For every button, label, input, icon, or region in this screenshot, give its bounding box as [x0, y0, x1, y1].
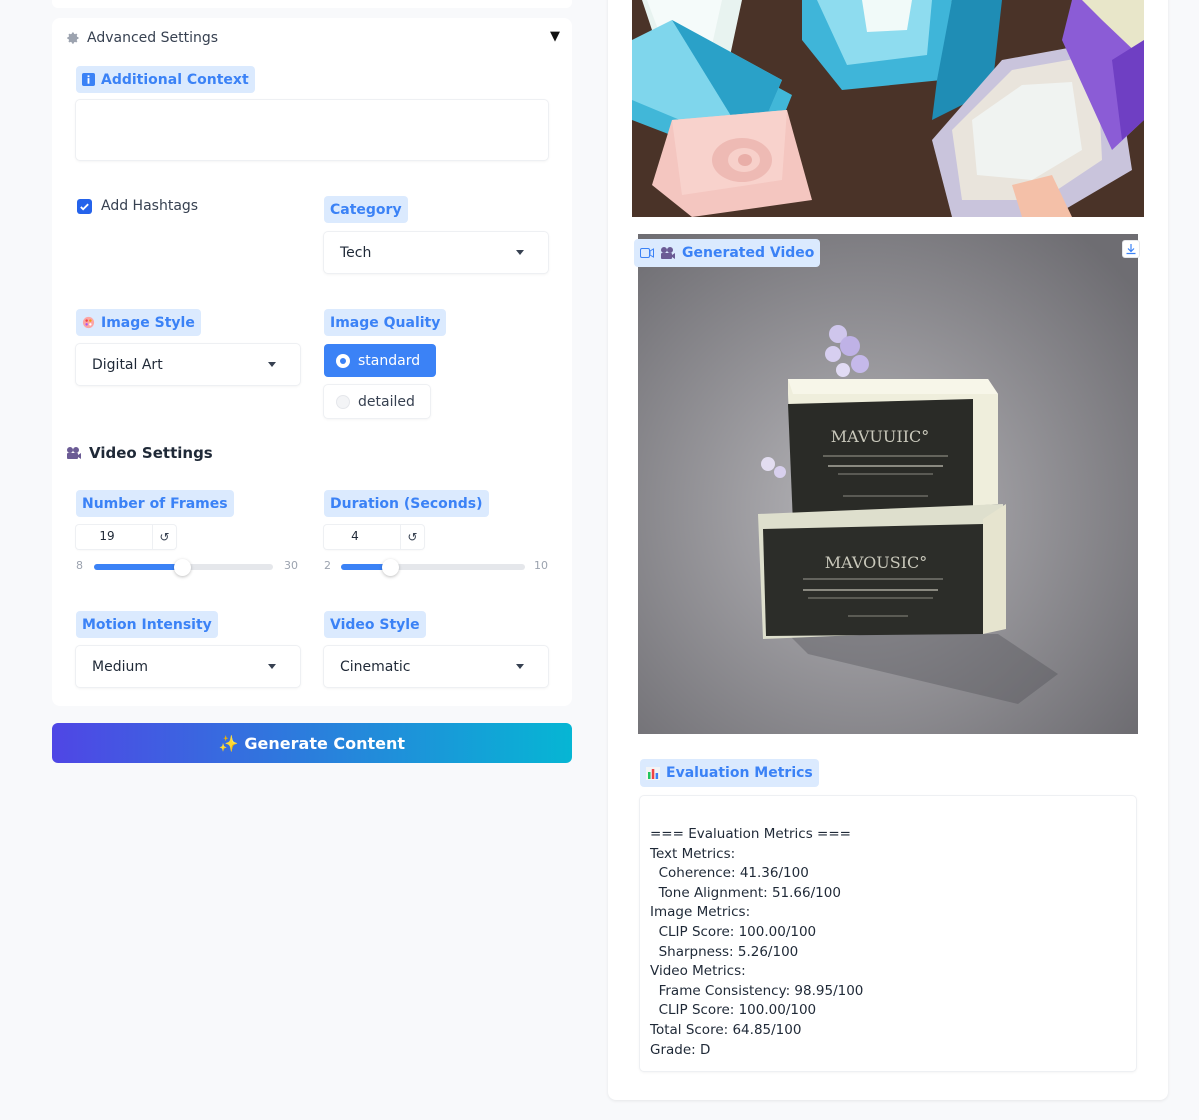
dropdown-arrow-icon — [516, 250, 524, 255]
metrics-line: Grade: D — [650, 1041, 711, 1058]
duration-slider-fill — [341, 564, 387, 570]
category-select[interactable]: Tech — [324, 232, 548, 273]
top-soap-brand-text: MAVUUIIC° — [831, 427, 930, 446]
additional-context-label: Additional Context — [76, 66, 255, 93]
metrics-line: Coherence: 41.36/100 — [650, 865, 809, 882]
image-quality-standard-radio[interactable]: standard — [324, 344, 436, 377]
radio-selected-icon — [336, 353, 350, 368]
frames-min: 8 — [76, 559, 83, 572]
metrics-line: CLIP Score: 100.00/100 — [650, 923, 817, 940]
soap-bars-image — [632, 0, 1144, 217]
gear-icon — [67, 32, 79, 44]
detailed-option-label: detailed — [358, 393, 415, 410]
motion-intensity-label: Motion Intensity — [76, 611, 218, 638]
metrics-line: Image Metrics: — [650, 904, 751, 921]
frames-slider-track[interactable] — [94, 559, 273, 576]
motion-intensity-select[interactable]: Medium — [76, 646, 300, 687]
video-icon — [640, 248, 654, 258]
frames-slider[interactable]: 8 30 — [76, 559, 300, 576]
video-style-select[interactable]: Cinematic — [324, 646, 548, 687]
duration-slider[interactable]: 2 10 — [324, 559, 548, 576]
generated-image — [632, 0, 1144, 217]
additional-context-textarea[interactable] — [76, 100, 548, 160]
palette-icon — [82, 316, 95, 329]
metrics-line: Frame Consistency: 98.95/100 — [650, 982, 864, 999]
bottom-soap-brand-text: MAVOUSIC° — [825, 553, 928, 572]
metrics-line: Video Metrics: — [650, 963, 746, 980]
frames-value: 19 — [99, 529, 115, 543]
video-style-value: Cinematic — [340, 658, 411, 675]
video-style-label: Video Style — [324, 611, 426, 638]
category-label: Category — [324, 196, 408, 223]
image-style-select[interactable]: Digital Art — [76, 344, 300, 385]
video-camera-icon — [67, 447, 81, 459]
duration-label: Duration (Seconds) — [324, 490, 489, 517]
metrics-line: Text Metrics: — [650, 845, 736, 862]
number-of-frames-label: Number of Frames — [76, 490, 234, 517]
advanced-settings-panel: Advanced Settings ▼ Additional Context A… — [52, 18, 572, 706]
dropdown-arrow-icon — [268, 664, 276, 669]
previous-panel-edge — [52, 0, 572, 8]
add-hashtags-label: Add Hashtags — [101, 198, 199, 214]
motion-intensity-value: Medium — [92, 658, 148, 675]
bar-chart-icon — [646, 766, 660, 780]
video-settings-heading: Video Settings — [66, 444, 213, 462]
evaluation-metrics-label: Evaluation Metrics — [640, 759, 819, 787]
generated-video-label: Generated Video — [634, 239, 821, 267]
duration-slider-track[interactable] — [341, 559, 525, 576]
add-hashtags-checkbox[interactable] — [77, 198, 92, 214]
collapse-caret-icon[interactable]: ▼ — [550, 29, 560, 44]
advanced-settings-title: Advanced Settings — [87, 30, 219, 46]
frames-slider-fill — [94, 564, 183, 570]
generated-video-player[interactable]: MAVUUIIC° MAVOUSIC° — [638, 234, 1138, 734]
add-hashtags-checkbox-row[interactable]: Add Hashtags — [77, 198, 198, 214]
frames-number-input[interactable]: 19 ↺ — [76, 525, 176, 549]
metrics-line: Total Score: 64.85/100 — [650, 1021, 802, 1038]
metrics-line: Sharpness: 5.26/100 — [650, 943, 799, 960]
image-style-label: Image Style — [76, 309, 201, 336]
info-icon — [82, 73, 95, 86]
soap-stack-video-frame: MAVUUIIC° MAVOUSIC° — [638, 234, 1138, 734]
image-style-value: Digital Art — [92, 356, 163, 373]
evaluation-metrics-output[interactable]: === Evaluation Metrics === Text Metrics:… — [640, 796, 1136, 1071]
reset-icon[interactable]: ↺ — [152, 525, 176, 549]
dropdown-arrow-icon — [516, 664, 524, 669]
metrics-line: === Evaluation Metrics === — [650, 826, 851, 842]
advanced-settings-header[interactable]: Advanced Settings ▼ — [66, 28, 560, 48]
download-arrow-icon — [1126, 244, 1136, 255]
reset-icon[interactable]: ↺ — [400, 525, 424, 549]
duration-max: 10 — [534, 559, 548, 572]
duration-min: 2 — [324, 559, 331, 572]
output-panel: MAVUUIIC° MAVOUSIC° Generated Video Eval… — [608, 0, 1168, 1100]
standard-option-label: standard — [358, 352, 421, 369]
metrics-line: Tone Alignment: 51.66/100 — [650, 884, 841, 901]
generate-content-button[interactable]: ✨ Generate Content — [52, 723, 572, 763]
category-value: Tech — [340, 244, 372, 261]
metrics-line: CLIP Score: 100.00/100 — [650, 1002, 817, 1019]
duration-number-input[interactable]: 4 ↺ — [324, 525, 424, 549]
duration-slider-thumb[interactable] — [382, 559, 399, 576]
frames-max: 30 — [284, 559, 298, 572]
duration-value: 4 — [351, 529, 359, 543]
generate-content-label: ✨ Generate Content — [218, 733, 406, 753]
frames-slider-thumb[interactable] — [174, 559, 191, 576]
download-icon[interactable] — [1122, 240, 1140, 258]
image-quality-detailed-radio[interactable]: detailed — [324, 385, 430, 418]
radio-unselected-icon — [336, 394, 350, 409]
video-camera-icon — [661, 247, 675, 259]
dropdown-arrow-icon — [268, 362, 276, 367]
image-quality-label: Image Quality — [324, 309, 447, 336]
check-icon — [80, 203, 89, 211]
